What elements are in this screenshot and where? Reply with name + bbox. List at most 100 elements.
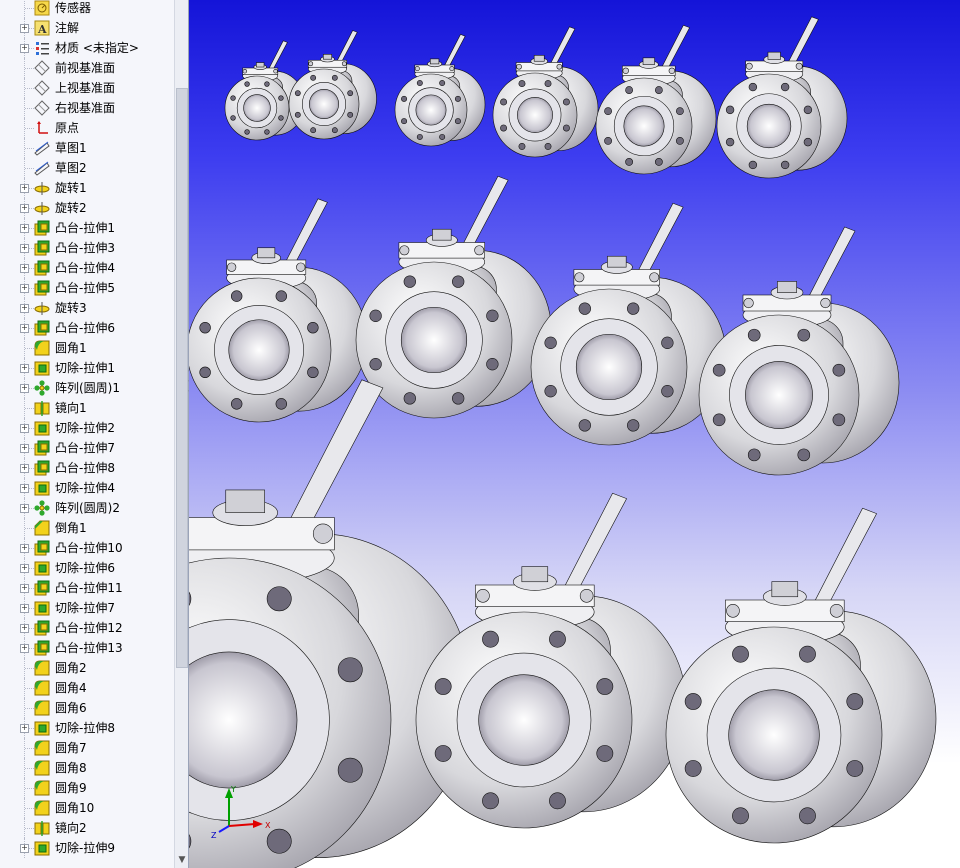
- tree-item[interactable]: 旋转2: [0, 198, 174, 218]
- triad-y-label: Y: [230, 785, 236, 794]
- scroll-down-arrow-icon[interactable]: ▼: [176, 854, 188, 866]
- tree-item[interactable]: 圆角2: [0, 658, 174, 678]
- tree-item-label: 上视基准面: [55, 81, 116, 95]
- tree-item[interactable]: 倒角1: [0, 518, 174, 538]
- expand-toggle-icon[interactable]: [20, 484, 29, 493]
- fillet-icon: [34, 340, 50, 356]
- valve-model[interactable]: [698, 226, 900, 476]
- tree-item[interactable]: 草图2: [0, 158, 174, 178]
- tree-item[interactable]: 凸台-拉伸1: [0, 218, 174, 238]
- tree-item[interactable]: 传感器: [0, 0, 174, 18]
- expand-toggle-icon[interactable]: [20, 544, 29, 553]
- valve-model[interactable]: [665, 507, 937, 844]
- valve-model[interactable]: [355, 175, 552, 419]
- tree-scrollbar[interactable]: ▼: [174, 0, 188, 868]
- tree-item[interactable]: 圆角8: [0, 758, 174, 778]
- expand-toggle-icon[interactable]: [20, 624, 29, 633]
- expand-toggle-icon[interactable]: [20, 264, 29, 273]
- tree-item[interactable]: 凸台-拉伸12: [0, 618, 174, 638]
- expand-toggle-icon[interactable]: [20, 244, 29, 253]
- tree-item[interactable]: 凸台-拉伸3: [0, 238, 174, 258]
- expand-toggle-icon[interactable]: [20, 604, 29, 613]
- expand-toggle-icon[interactable]: [20, 844, 29, 853]
- expand-toggle-icon[interactable]: [20, 424, 29, 433]
- tree-item[interactable]: 圆角6: [0, 698, 174, 718]
- cut-extrude-icon: [34, 840, 50, 856]
- tree-item[interactable]: 凸台-拉伸10: [0, 538, 174, 558]
- tree-item[interactable]: 切除-拉伸9: [0, 838, 174, 858]
- tree-item[interactable]: 旋转3: [0, 298, 174, 318]
- valve-model[interactable]: [595, 24, 717, 175]
- tree-item[interactable]: 凸台-拉伸4: [0, 258, 174, 278]
- tree-item-label: 凸台-拉伸7: [55, 441, 115, 455]
- expand-toggle-icon[interactable]: [20, 384, 29, 393]
- expand-toggle-icon[interactable]: [20, 224, 29, 233]
- tree-item-label: 右视基准面: [55, 101, 116, 115]
- valve-model[interactable]: [394, 34, 486, 147]
- tree-item[interactable]: 凸台-拉伸5: [0, 278, 174, 298]
- tree-item[interactable]: 凸台-拉伸13: [0, 638, 174, 658]
- tree-item[interactable]: 凸台-拉伸7: [0, 438, 174, 458]
- valve-model[interactable]: [415, 492, 687, 829]
- tree-item[interactable]: 圆角7: [0, 738, 174, 758]
- graphics-viewport[interactable]: Y X Z: [189, 0, 960, 868]
- tree-item[interactable]: 镜向2: [0, 818, 174, 838]
- tree-item[interactable]: 凸台-拉伸11: [0, 578, 174, 598]
- expand-toggle-icon[interactable]: [20, 644, 29, 653]
- tree-item[interactable]: 镜向1: [0, 398, 174, 418]
- extrude-icon: [34, 320, 50, 336]
- expand-toggle-icon[interactable]: [20, 24, 29, 33]
- tree-item-label: 切除-拉伸8: [55, 721, 115, 735]
- tree-item[interactable]: 材质 <未指定>: [0, 38, 174, 58]
- tree-item[interactable]: 凸台-拉伸6: [0, 318, 174, 338]
- tree-item[interactable]: 上视基准面: [0, 78, 174, 98]
- tree-item[interactable]: A 注解: [0, 18, 174, 38]
- tree-item-label: 凸台-拉伸5: [55, 281, 115, 295]
- tree-item[interactable]: 前视基准面: [0, 58, 174, 78]
- tree-scrollbar-thumb[interactable]: [176, 88, 188, 668]
- expand-toggle-icon[interactable]: [20, 364, 29, 373]
- fillet-icon: [34, 680, 50, 696]
- expand-toggle-icon[interactable]: [20, 444, 29, 453]
- extrude-icon: [34, 260, 50, 276]
- tree-item[interactable]: 阵列(圆周)1: [0, 378, 174, 398]
- cut-extrude-icon: [34, 480, 50, 496]
- expand-toggle-icon[interactable]: [20, 184, 29, 193]
- tree-item[interactable]: 切除-拉伸1: [0, 358, 174, 378]
- expand-toggle-icon[interactable]: [20, 504, 29, 513]
- tree-item[interactable]: 圆角1: [0, 338, 174, 358]
- valve-model[interactable]: [288, 30, 377, 140]
- tree-item[interactable]: 凸台-拉伸8: [0, 458, 174, 478]
- expand-toggle-icon[interactable]: [20, 584, 29, 593]
- tree-item[interactable]: 圆角10: [0, 798, 174, 818]
- tree-item[interactable]: 右视基准面: [0, 98, 174, 118]
- tree-item-label: 圆角1: [55, 341, 87, 355]
- expand-toggle-icon[interactable]: [20, 564, 29, 573]
- tree-item[interactable]: 切除-拉伸4: [0, 478, 174, 498]
- expand-toggle-icon[interactable]: [20, 44, 29, 53]
- expand-toggle-icon[interactable]: [20, 204, 29, 213]
- tree-item[interactable]: 原点: [0, 118, 174, 138]
- tree-item[interactable]: 圆角4: [0, 678, 174, 698]
- valve-model[interactable]: [530, 202, 727, 446]
- expand-toggle-icon[interactable]: [20, 284, 29, 293]
- expand-toggle-icon[interactable]: [20, 304, 29, 313]
- tree-item[interactable]: 圆角9: [0, 778, 174, 798]
- tree-item[interactable]: 切除-拉伸2: [0, 418, 174, 438]
- tree-item[interactable]: 阵列(圆周)2: [0, 498, 174, 518]
- expand-toggle-icon[interactable]: [20, 724, 29, 733]
- tree-item[interactable]: 草图1: [0, 138, 174, 158]
- expand-toggle-icon[interactable]: [20, 464, 29, 473]
- valve-model[interactable]: [189, 198, 368, 423]
- valve-model[interactable]: [716, 16, 848, 179]
- tree-item[interactable]: 切除-拉伸6: [0, 558, 174, 578]
- fillet-icon: [34, 760, 50, 776]
- tree-item[interactable]: 旋转1: [0, 178, 174, 198]
- revolve-icon: [34, 300, 50, 316]
- fillet-icon: [34, 660, 50, 676]
- expand-toggle-icon[interactable]: [20, 324, 29, 333]
- tree-item[interactable]: 切除-拉伸7: [0, 598, 174, 618]
- valve-model[interactable]: [492, 26, 599, 158]
- cut-extrude-icon: [34, 600, 50, 616]
- tree-item[interactable]: 切除-拉伸8: [0, 718, 174, 738]
